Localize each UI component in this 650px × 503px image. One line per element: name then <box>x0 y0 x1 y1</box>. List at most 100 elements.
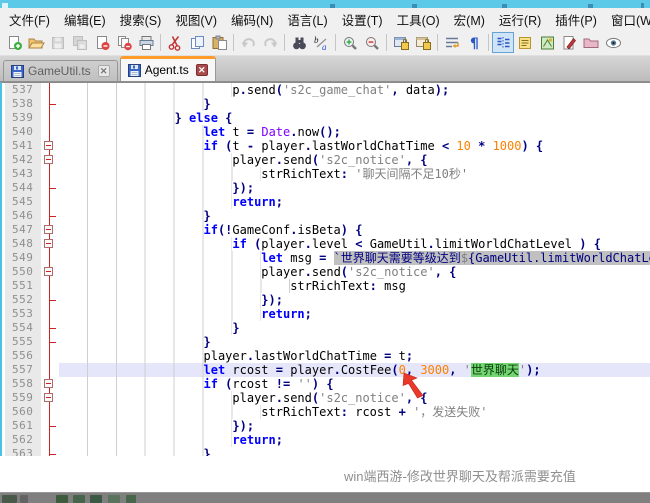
menu-item-1[interactable]: 编辑(E) <box>57 8 113 31</box>
code-text[interactable]: }); <box>59 181 650 195</box>
code-text[interactable]: } <box>59 97 650 111</box>
print-icon <box>138 35 155 51</box>
redo-button[interactable] <box>259 32 281 53</box>
code-text[interactable]: return; <box>59 433 650 447</box>
menu-item-0[interactable]: 文件(F) <box>2 8 57 31</box>
fold-end-tick <box>50 216 56 217</box>
taskbar-icon[interactable] <box>126 495 136 503</box>
svg-text:b: b <box>314 35 319 45</box>
menu-item-9[interactable]: 运行(R) <box>492 8 548 31</box>
code-text[interactable]: strRichText: '聊天间隔不足10秒' <box>59 167 650 181</box>
taskbar-icon[interactable] <box>2 495 17 503</box>
menu-item-5[interactable]: 语言(L) <box>280 8 334 31</box>
code-text[interactable]: player.send('s2c_notice', { <box>59 391 650 405</box>
zoom-out-button[interactable] <box>361 32 383 53</box>
code-text[interactable]: return; <box>59 307 650 321</box>
code-text[interactable]: } <box>59 447 650 456</box>
titlebar-text-fragment <box>588 4 593 8</box>
code-text[interactable]: if (player.level < GameUtil.limitWorldCh… <box>59 237 650 251</box>
fold-end-tick <box>50 342 56 343</box>
fold-collapse-icon[interactable] <box>44 155 53 164</box>
code-text[interactable]: let rcost = player.CostFee(0, 3000, '世界聊… <box>59 363 650 377</box>
tab-close-icon[interactable]: ✕ <box>98 65 110 77</box>
fold-collapse-icon[interactable] <box>44 239 53 248</box>
code-text[interactable]: strRichText: rcost + '，发送失败' <box>59 405 650 419</box>
menu-item-3[interactable]: 视图(V) <box>168 8 224 31</box>
code-text[interactable]: if (t - player.lastWorldChatTime < 10 * … <box>59 139 650 153</box>
project-folder-button[interactable] <box>580 32 602 53</box>
code-text[interactable]: player.lastWorldChatTime = t; <box>59 349 650 363</box>
code-text[interactable]: }); <box>59 419 650 433</box>
window-titlebar[interactable] <box>0 0 650 8</box>
print-button[interactable] <box>135 32 157 53</box>
tab-agent-ts[interactable]: Agent.ts ✕ <box>120 56 216 81</box>
close-file-button[interactable] <box>91 32 113 53</box>
paste-button[interactable] <box>208 32 230 53</box>
fold-collapse-icon[interactable] <box>44 141 53 150</box>
fold-collapse-icon[interactable] <box>44 267 53 276</box>
code-text[interactable]: player.send('s2c_notice', { <box>59 265 650 279</box>
tab-label: Agent.ts <box>145 63 189 77</box>
menu-item-2[interactable]: 搜索(S) <box>113 8 169 31</box>
copy-button[interactable] <box>186 32 208 53</box>
replace-button[interactable]: ba <box>310 32 332 53</box>
indent-guide-button[interactable] <box>492 32 514 53</box>
code-text[interactable]: p.send('s2c_game_chat', data); <box>59 83 650 97</box>
macro-record-button[interactable] <box>558 32 580 53</box>
menu-item-10[interactable]: 插件(P) <box>548 8 604 31</box>
menu-item-4[interactable]: 编码(N) <box>224 8 280 31</box>
taskbar-strip[interactable] <box>0 492 650 503</box>
code-text[interactable]: let msg = `世界聊天需要等级达到${GameUtil.limitWor… <box>59 251 650 265</box>
code-text[interactable]: strRichText: msg <box>59 279 650 293</box>
fold-collapse-icon[interactable] <box>44 379 53 388</box>
save-all-button[interactable] <box>69 32 91 53</box>
menu-item-11[interactable]: 窗口(W) <box>604 8 650 31</box>
fold-collapse-icon[interactable] <box>44 393 53 402</box>
sync-horizontal-button[interactable] <box>412 32 434 53</box>
code-line-551: 551 strRichText: msg <box>2 279 650 293</box>
code-text[interactable]: return; <box>59 195 650 209</box>
code-editor[interactable]: 537 p.send('s2c_game_chat', data);538 }5… <box>0 82 650 456</box>
fold-margin <box>41 153 59 167</box>
undo-button[interactable] <box>237 32 259 53</box>
taskbar-icon[interactable] <box>90 495 102 503</box>
menu-item-6[interactable]: 设置(T) <box>335 8 390 31</box>
zoom-in-button[interactable] <box>339 32 361 53</box>
saved-file-icon <box>11 65 24 78</box>
menu-item-7[interactable]: 工具(O) <box>390 8 447 31</box>
taskbar-icon[interactable] <box>108 495 120 503</box>
code-text[interactable]: player.send('s2c_notice', { <box>59 153 650 167</box>
fold-collapse-icon[interactable] <box>44 225 53 234</box>
open-file-button[interactable] <box>25 32 47 53</box>
line-number: 542 <box>5 153 41 167</box>
code-text[interactable]: } <box>59 335 650 349</box>
tab-gameutil-ts[interactable]: GameUtil.ts✕ <box>3 60 118 81</box>
code-text[interactable]: let t = Date.now(); <box>59 125 650 139</box>
document-map-button[interactable] <box>536 32 558 53</box>
close-all-button[interactable] <box>113 32 135 53</box>
show-all-characters-button[interactable]: ¶ <box>463 32 485 53</box>
code-text[interactable]: } <box>59 321 650 335</box>
find-button[interactable] <box>288 32 310 53</box>
notepad-plus-plus-window: 文件(F)编辑(E)搜索(S)视图(V)编码(N)语言(L)设置(T)工具(O)… <box>0 0 650 503</box>
new-file-button[interactable] <box>3 32 25 53</box>
taskbar-icon[interactable] <box>20 495 28 503</box>
cut-button[interactable] <box>164 32 186 53</box>
view-eye-button[interactable] <box>602 32 624 53</box>
code-text[interactable]: } else { <box>59 111 650 125</box>
tab-close-icon[interactable]: ✕ <box>196 64 208 76</box>
taskbar-icon[interactable] <box>73 495 85 503</box>
code-text[interactable]: } <box>59 209 650 223</box>
word-wrap-button[interactable] <box>441 32 463 53</box>
line-number: 559 <box>5 391 41 405</box>
taskbar-icon[interactable] <box>56 495 68 503</box>
menu-item-8[interactable]: 宏(M) <box>447 8 492 31</box>
code-text[interactable]: if(!GameConf.isBeta) { <box>59 223 650 237</box>
code-text[interactable]: }); <box>59 293 650 307</box>
sync-vertical-button[interactable] <box>390 32 412 53</box>
save-file-button[interactable] <box>47 32 69 53</box>
function-list-button[interactable] <box>514 32 536 53</box>
code-text[interactable]: if (rcost != '') { <box>59 377 650 391</box>
copy-icon <box>189 35 206 51</box>
fold-margin <box>41 265 59 279</box>
